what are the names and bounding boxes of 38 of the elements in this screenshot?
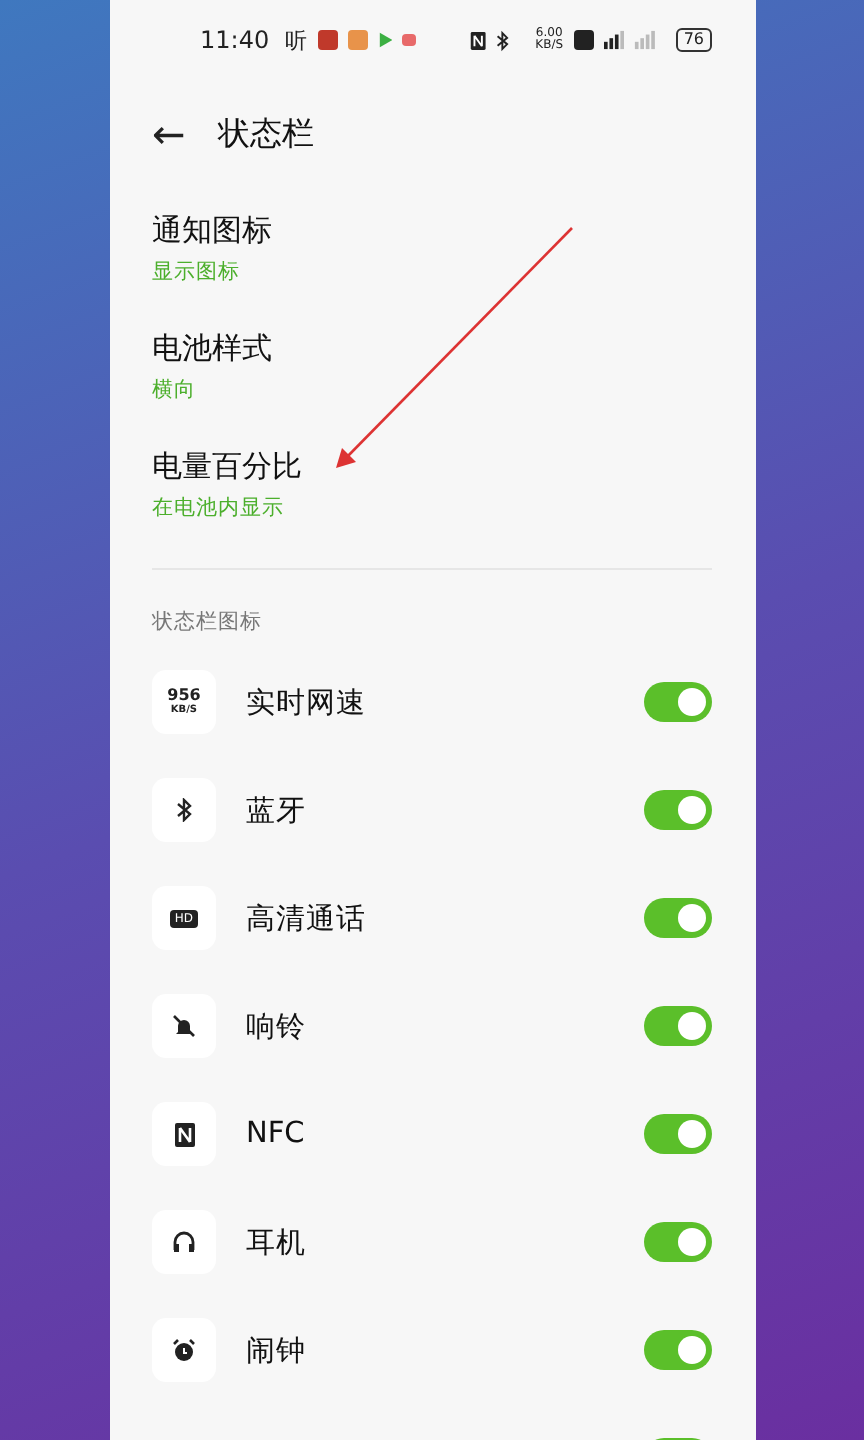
app-notification-text: 听 — [285, 25, 308, 55]
row-label: 响铃 — [246, 1009, 308, 1045]
page-title: 状态栏 — [217, 113, 314, 155]
row-label: 蓝牙 — [246, 793, 308, 829]
setting-title[interactable]: 电量百分比 — [152, 444, 712, 488]
setting-value: 在电池内显示 — [152, 494, 286, 524]
toggle-switch[interactable] — [644, 1222, 712, 1262]
nfc-icon — [173, 1121, 195, 1147]
toggle-switch[interactable] — [644, 898, 712, 938]
row-label: 闹钟 — [246, 1333, 308, 1369]
row-label: 实时网速 — [246, 685, 368, 721]
toggle-switch[interactable] — [644, 790, 712, 830]
headphones-icon — [172, 1230, 196, 1254]
row-label: NFC — [246, 1118, 307, 1150]
signal-icon — [603, 30, 658, 50]
app-notification-icon — [347, 30, 368, 50]
toggle-switch[interactable] — [644, 1006, 712, 1046]
setting-value: 横向 — [152, 376, 198, 406]
bluetooth-icon — [496, 29, 510, 51]
section-label: 状态栏图标 — [152, 608, 264, 638]
back-button[interactable]: ← — [152, 110, 186, 158]
setting-title[interactable]: 通知图标 — [152, 208, 712, 252]
toggle-switch[interactable] — [644, 1114, 712, 1154]
battery-indicator: 76 — [675, 28, 712, 52]
row-label: 高清通话 — [246, 901, 368, 937]
toggle-switch[interactable] — [644, 682, 712, 722]
bluetooth-icon — [176, 798, 192, 822]
toggle-switch[interactable] — [644, 1330, 712, 1370]
muted-bell-icon — [172, 1014, 196, 1038]
status-time: 11:40 — [200, 26, 270, 54]
row-label: 耳机 — [246, 1225, 308, 1261]
app-notification-icon — [401, 34, 417, 46]
setting-title[interactable]: 电池样式 — [152, 326, 712, 370]
alarm-clock-icon — [172, 1338, 196, 1362]
play-icon — [377, 32, 392, 48]
setting-value: 显示图标 — [152, 258, 242, 288]
nfc-icon — [470, 29, 487, 51]
app-notification-icon — [317, 30, 338, 50]
